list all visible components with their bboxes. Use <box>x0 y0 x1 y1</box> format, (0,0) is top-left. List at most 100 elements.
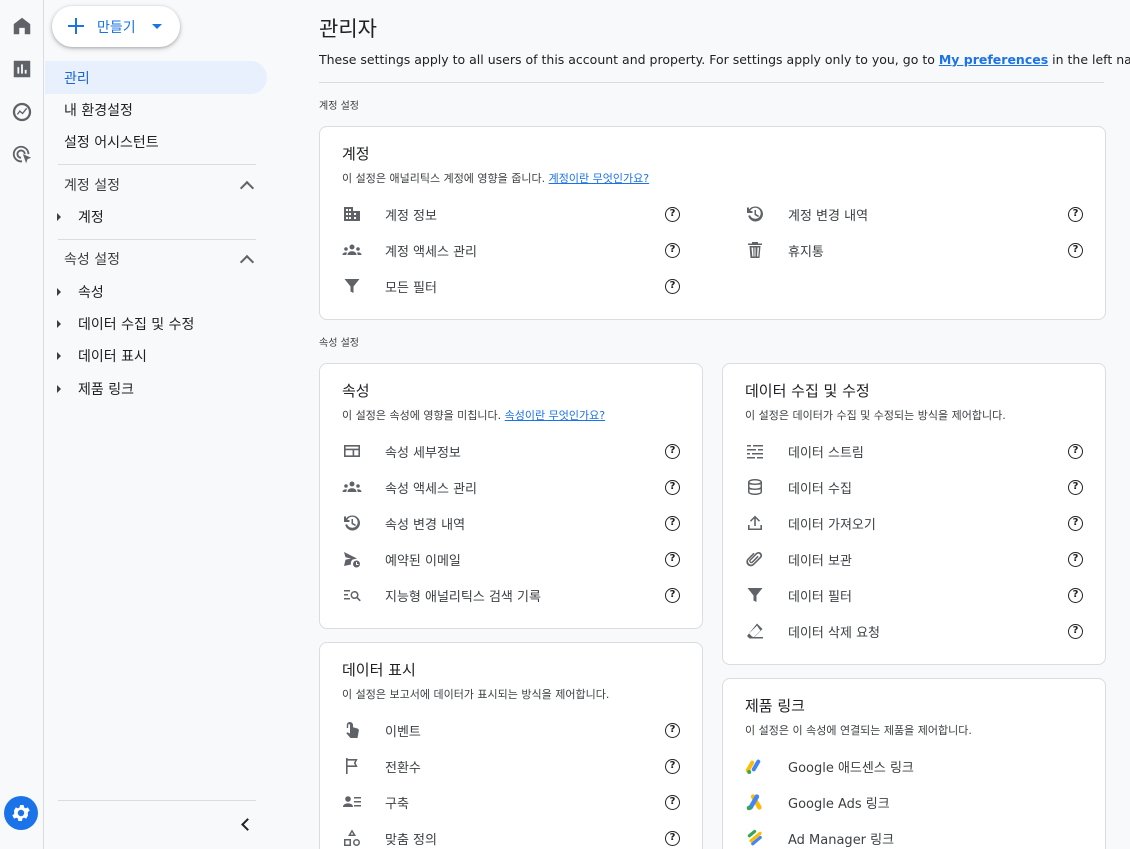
data-filters-row[interactable]: 데이터 필터 ? <box>723 580 1103 610</box>
home-button[interactable] <box>6 10 38 42</box>
group-icon <box>342 240 362 260</box>
help-icon[interactable]: ? <box>665 243 680 258</box>
nav-tree-data-collection[interactable]: 데이터 수집 및 수정 <box>57 312 194 336</box>
data-streams-row[interactable]: 데이터 스트림 ? <box>723 436 1103 466</box>
help-icon[interactable]: ? <box>665 588 680 603</box>
help-icon[interactable]: ? <box>1068 480 1083 495</box>
target-cursor-icon <box>12 145 32 164</box>
row-label: 속성 변경 내역 <box>385 517 466 533</box>
building-icon <box>342 204 362 224</box>
data-retention-row[interactable]: 데이터 보관 ? <box>723 544 1103 574</box>
eraser-icon <box>745 621 765 641</box>
row-label: 휴지통 <box>788 244 824 260</box>
nav-tree-product-links[interactable]: 제품 링크 <box>57 377 134 401</box>
property-access-management-row[interactable]: 속성 액세스 관리 ? <box>320 472 700 502</box>
help-icon[interactable]: ? <box>665 444 680 459</box>
help-icon[interactable]: ? <box>1068 624 1083 639</box>
trash-row[interactable]: 휴지통 ? <box>723 235 1103 265</box>
data-collection-row[interactable]: 데이터 수집 ? <box>723 472 1103 502</box>
nav-section-property-settings[interactable]: 속성 설정 <box>64 247 256 271</box>
card-title: 속성 <box>342 382 370 400</box>
account-change-history-row[interactable]: 계정 변경 내역 ? <box>723 199 1103 229</box>
advertising-button[interactable] <box>6 139 38 171</box>
help-icon[interactable]: ? <box>665 207 680 222</box>
collapse-nav-button[interactable] <box>235 813 255 835</box>
help-icon[interactable]: ? <box>665 480 680 495</box>
adsense-link-row[interactable]: Google 애드센스 링크 <box>723 751 1103 781</box>
nav-item-admin[interactable]: 관리 <box>45 61 267 94</box>
nav-item-setup-assistant[interactable]: 설정 어시스턴트 <box>45 125 267 158</box>
help-icon[interactable]: ? <box>1068 588 1083 603</box>
help-icon[interactable]: ? <box>665 831 680 846</box>
what-is-property-link[interactable]: 속성이란 무엇인가요? <box>505 409 605 422</box>
chevron-left-icon <box>240 817 254 831</box>
help-icon[interactable]: ? <box>1068 516 1083 531</box>
help-icon[interactable]: ? <box>665 516 680 531</box>
all-filters-row[interactable]: 모든 필터 ? <box>320 271 680 301</box>
property-card: 속성 이 설정은 속성에 영향을 미칩니다. 속성이란 무엇인가요? 속성 세부… <box>319 363 703 629</box>
row-label: 데이터 삭제 요청 <box>788 625 880 641</box>
page-description: These settings apply to all users of thi… <box>319 52 1130 67</box>
stream-icon <box>745 441 765 461</box>
upload-icon <box>745 513 765 533</box>
audiences-row[interactable]: 구축 ? <box>320 787 700 817</box>
admin-settings-button[interactable] <box>4 796 38 830</box>
expand-arrow-icon <box>57 288 61 296</box>
nav-tree-data-display[interactable]: 데이터 표시 <box>57 344 147 368</box>
ad-manager-icon <box>745 828 765 848</box>
help-icon[interactable]: ? <box>665 552 680 567</box>
events-row[interactable]: 이벤트 ? <box>320 715 700 745</box>
search-history-row[interactable]: 지능형 애널리틱스 검색 기록 ? <box>320 580 700 610</box>
touch-icon <box>342 720 362 740</box>
help-icon[interactable]: ? <box>665 279 680 294</box>
nav-tree-label: 제품 링크 <box>78 382 134 398</box>
account-info-row[interactable]: 계정 정보 ? <box>320 199 680 229</box>
ad-manager-link-row[interactable]: Ad Manager 링크 <box>723 823 1103 849</box>
caret-down-icon <box>152 24 162 29</box>
help-icon[interactable]: ? <box>665 759 680 774</box>
google-ads-link-row[interactable]: Google Ads 링크 <box>723 787 1103 817</box>
reports-button[interactable] <box>6 53 38 85</box>
group-icon <box>342 477 362 497</box>
help-icon[interactable]: ? <box>665 723 680 738</box>
conversions-row[interactable]: 전환수 ? <box>320 751 700 781</box>
nav-tree-property[interactable]: 속성 <box>57 280 104 304</box>
nav-item-my-preferences[interactable]: 내 환경설정 <box>45 93 267 126</box>
help-icon[interactable]: ? <box>1068 243 1083 258</box>
data-display-card: 데이터 표시 이 설정은 보고서에 데이터가 표시되는 방식을 제어합니다. 이… <box>319 642 703 849</box>
account-access-management-row[interactable]: 계정 액세스 관리 ? <box>320 235 680 265</box>
nav-tree-account[interactable]: 계정 <box>57 205 104 229</box>
nav-section-title: 속성 설정 <box>64 252 120 268</box>
account-settings-label: 계정 설정 <box>319 101 359 112</box>
property-change-history-row[interactable]: 속성 변경 내역 ? <box>320 508 700 538</box>
help-icon[interactable]: ? <box>1068 552 1083 567</box>
property-details-row[interactable]: 속성 세부정보 ? <box>320 436 700 466</box>
data-deletion-requests-row[interactable]: 데이터 삭제 요청 ? <box>723 616 1103 646</box>
custom-definitions-row[interactable]: 맞춤 정의 ? <box>320 823 700 849</box>
property-icon <box>342 441 362 461</box>
card-description: 이 설정은 보고서에 데이터가 표시되는 방식을 제어합니다. <box>342 688 610 701</box>
explore-icon <box>12 102 32 122</box>
audience-icon <box>342 792 362 812</box>
data-collection-card: 데이터 수집 및 수정 이 설정은 데이터가 수집 및 수정되는 방식을 제어합… <box>722 363 1106 665</box>
home-icon <box>13 17 31 35</box>
help-icon[interactable]: ? <box>1068 444 1083 459</box>
help-icon[interactable]: ? <box>665 795 680 810</box>
row-label: Ad Manager 링크 <box>788 832 895 848</box>
card-title: 데이터 표시 <box>342 661 416 679</box>
scheduled-emails-row[interactable]: 예약된 이메일 ? <box>320 544 700 574</box>
row-label: 맞춤 정의 <box>385 832 437 848</box>
nav-tree-label: 데이터 표시 <box>78 349 147 365</box>
create-button[interactable]: 만들기 <box>52 6 180 47</box>
row-label: 데이터 스트림 <box>788 445 864 461</box>
database-icon <box>745 477 765 497</box>
explore-button[interactable] <box>6 96 38 128</box>
data-import-row[interactable]: 데이터 가져오기 ? <box>723 508 1103 538</box>
help-icon[interactable]: ? <box>1068 207 1083 222</box>
nav-section-account-settings[interactable]: 계정 설정 <box>64 173 256 197</box>
my-preferences-link[interactable]: My preferences <box>939 52 1048 67</box>
card-description: 이 설정은 데이터가 수집 및 수정되는 방식을 제어합니다. <box>745 409 1006 422</box>
what-is-account-link[interactable]: 계정이란 무엇인가요? <box>549 172 649 185</box>
create-button-label: 만들기 <box>97 20 136 36</box>
flag-icon <box>342 756 362 776</box>
